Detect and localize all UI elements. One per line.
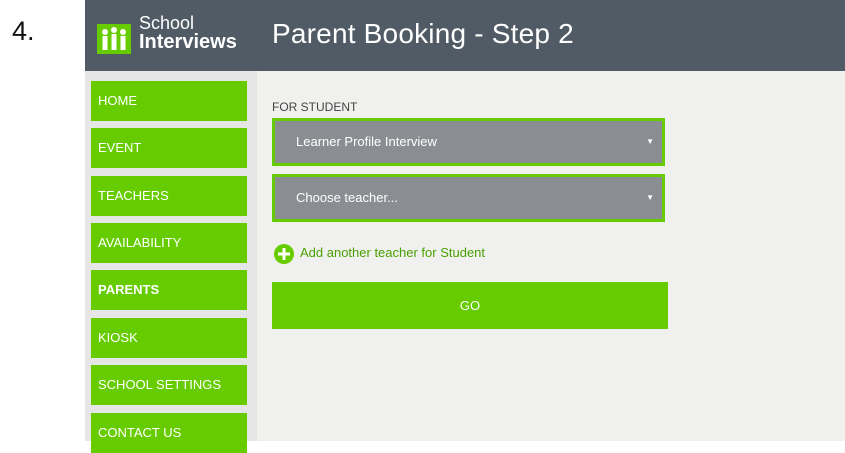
- logo-line2: Interviews: [139, 31, 237, 53]
- sidebar-item-school-settings[interactable]: SCHOOL SETTINGS: [91, 365, 247, 405]
- caret-down-icon: ▼: [646, 193, 654, 202]
- go-button[interactable]: GO: [272, 282, 668, 329]
- people-logo-icon: [97, 24, 131, 54]
- teacher-select-value: Choose teacher...: [296, 190, 398, 205]
- sidebar-item-parents[interactable]: PARENTS: [91, 270, 247, 310]
- sidebar-item-availability[interactable]: AVAILABILITY: [91, 223, 247, 263]
- logo-line1: School: [139, 13, 195, 33]
- interview-select[interactable]: Learner Profile Interview ▼: [272, 118, 665, 166]
- step-number: 4.: [12, 16, 35, 46]
- logo-text: School Interviews: [139, 13, 237, 53]
- caret-down-icon: ▼: [646, 137, 654, 146]
- plus-circle-icon: [274, 244, 294, 264]
- page-title: Parent Booking - Step 2: [272, 18, 574, 49]
- sidebar-item-event[interactable]: EVENT: [91, 128, 247, 168]
- sidebar-item-contact-us[interactable]: CONTACT US: [91, 413, 247, 453]
- sidebar-item-teachers[interactable]: TEACHERS: [91, 176, 247, 216]
- main-panel: FOR STUDENT Learner Profile Interview ▼ …: [257, 71, 845, 441]
- add-teacher-label: Add another teacher for Student: [300, 245, 486, 260]
- teacher-select[interactable]: Choose teacher... ▼: [272, 174, 665, 222]
- app-header: School Interviews Parent Booking - Step …: [85, 0, 845, 71]
- sidebar-item-home[interactable]: HOME: [91, 81, 247, 121]
- for-student-label: FOR STUDENT: [272, 100, 358, 114]
- sidebar-nav: HOME EVENT TEACHERS AVAILABILITY PARENTS…: [85, 71, 257, 453]
- interview-select-value: Learner Profile Interview: [296, 134, 437, 149]
- sidebar-item-kiosk[interactable]: KIOSK: [91, 318, 247, 358]
